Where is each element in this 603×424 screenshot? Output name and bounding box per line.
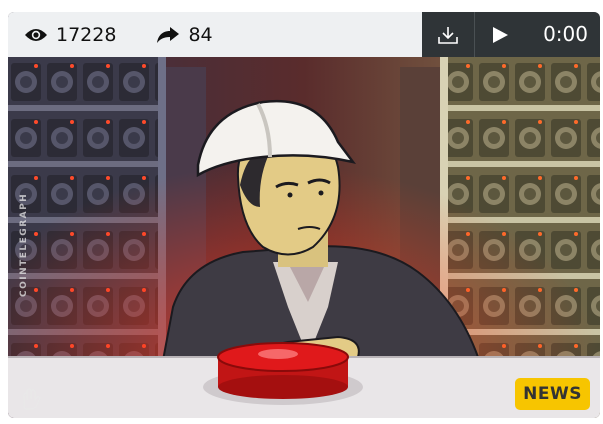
download-button[interactable] — [422, 12, 476, 57]
share-arrow-icon — [157, 26, 180, 43]
download-icon — [438, 26, 458, 44]
views-value: 17228 — [56, 23, 117, 46]
shares-count: 84 — [156, 23, 213, 46]
news-badge[interactable]: NEWS — [515, 378, 590, 410]
play-button[interactable] — [475, 12, 525, 57]
views-count: 17228 — [24, 24, 116, 46]
article-illustration[interactable] — [8, 57, 600, 418]
video-time: 0:00 — [543, 22, 588, 46]
shares-value: 84 — [188, 23, 213, 46]
video-card[interactable]: 17228 84 0:00 COINTELEGRAPH NEWS — [8, 12, 600, 418]
cointelegraph-watermark: COINTELEGRAPH — [19, 192, 29, 297]
video-stats-bar: 17228 84 0:00 — [8, 12, 600, 57]
logo-hand-icon — [23, 388, 41, 410]
eye-icon — [25, 28, 47, 41]
red-button — [203, 342, 363, 405]
play-icon — [493, 26, 509, 43]
player-controls: 0:00 — [422, 12, 600, 57]
